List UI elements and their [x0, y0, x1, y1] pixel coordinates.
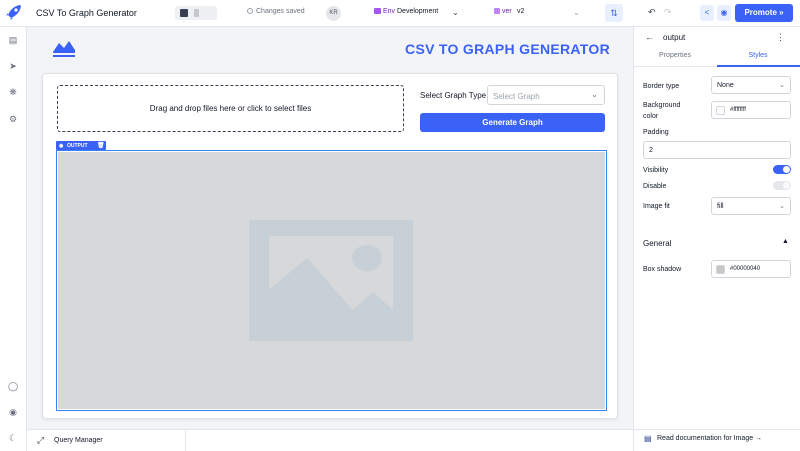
query-manager-toggle[interactable]: Query Manager: [54, 437, 103, 444]
promote-label: Promote: [744, 8, 777, 17]
rocket-logo-icon[interactable]: [5, 4, 22, 22]
chevron-down-icon[interactable]: ⌄: [452, 8, 459, 17]
page-title: CSV TO GRAPH GENERATOR: [405, 41, 610, 57]
caret-up-icon[interactable]: ▲: [782, 238, 789, 245]
chevron-down-icon: ⌄: [779, 82, 785, 89]
chevron-down-icon: ⌄: [779, 203, 785, 210]
background-color-label-2: color: [643, 113, 659, 120]
user-avatar[interactable]: KR: [326, 6, 341, 21]
version-selector[interactable]: v2: [517, 8, 524, 15]
image-fit-select[interactable]: fill ⌄: [711, 197, 791, 215]
visibility-label: Visibility: [643, 167, 669, 174]
graph-type-placeholder: Select Graph: [493, 92, 540, 101]
disable-toggle[interactable]: [773, 181, 791, 190]
env-icon: [374, 8, 381, 14]
box-shadow-label: Box shadow: [643, 266, 682, 273]
image-fit-label: Image fit: [643, 203, 670, 210]
env-label: Env: [383, 8, 396, 15]
desktop-view-icon[interactable]: [180, 9, 188, 17]
book-icon: ▤: [644, 434, 652, 443]
border-type-label: Border type: [643, 83, 680, 90]
app-header: CSV TO GRAPH GENERATOR: [42, 31, 618, 69]
color-swatch[interactable]: [716, 106, 725, 115]
settings-gear-icon[interactable]: ⚙: [8, 114, 18, 124]
sync-button[interactable]: ⇅: [605, 4, 623, 22]
padding-value: 2: [649, 147, 653, 154]
version-badge: ver: [494, 8, 512, 15]
trash-icon[interactable]: 🗑: [97, 142, 105, 149]
image-fit-value: fill: [717, 203, 724, 210]
inspector-icon[interactable]: ➤: [8, 61, 18, 71]
dark-mode-icon[interactable]: ☾: [8, 433, 18, 443]
border-type-select[interactable]: None ⌄: [711, 76, 791, 94]
support-icon[interactable]: ◯: [8, 381, 18, 391]
output-component-tag[interactable]: ◉ OUTPUT 🗑: [56, 141, 106, 150]
app-title[interactable]: CSV To Graph Generator: [36, 8, 137, 18]
debugger-icon[interactable]: ❋: [8, 87, 18, 97]
image-icon: ◉: [59, 143, 64, 149]
graph-type-label: Select Graph Type: [420, 91, 487, 100]
device-toggle[interactable]: [175, 6, 217, 20]
visibility-toggle[interactable]: [773, 165, 791, 174]
general-section-title[interactable]: General: [643, 239, 671, 248]
chevron-down-icon[interactable]: ⌄: [573, 8, 580, 17]
undo-icon[interactable]: ↶: [648, 7, 656, 18]
save-status: Changes saved: [247, 8, 305, 15]
pages-icon[interactable]: ▤: [8, 35, 18, 45]
divider: [185, 430, 186, 451]
background-color-value: #ffffffff: [730, 107, 746, 113]
preview-button[interactable]: ◉: [717, 5, 731, 21]
env-badge: Env: [374, 8, 395, 15]
tab-properties[interactable]: Properties: [634, 52, 716, 59]
background-color-field[interactable]: #ffffffff: [711, 101, 791, 119]
save-status-text: Changes saved: [256, 8, 305, 15]
box-shadow-field[interactable]: #00000040: [711, 260, 791, 278]
disable-label: Disable: [643, 183, 667, 190]
chart-logo-icon: [53, 41, 75, 57]
graph-type-select[interactable]: Select Graph ⌄: [487, 85, 605, 105]
share-button[interactable]: <: [700, 5, 714, 21]
generate-graph-button[interactable]: Generate Graph: [420, 113, 605, 132]
env-selector[interactable]: Development: [397, 8, 438, 15]
file-dropzone[interactable]: Drag and drop files here or click to sel…: [57, 85, 404, 132]
version-icon: [494, 8, 500, 14]
redo-icon[interactable]: ↷: [664, 7, 672, 18]
padding-input[interactable]: 2: [643, 141, 791, 159]
component-name[interactable]: output: [663, 33, 685, 42]
background-color-label: Background: [643, 102, 681, 109]
tab-styles[interactable]: Styles: [717, 52, 799, 59]
output-tag-label: OUTPUT: [67, 143, 88, 149]
more-options-icon[interactable]: ⋮: [776, 32, 785, 43]
chevron-down-icon: ⌄: [591, 90, 598, 99]
color-swatch[interactable]: [716, 265, 725, 274]
active-tab-indicator: [717, 65, 800, 67]
bottom-bar: ⤢ Query Manager: [27, 429, 633, 451]
padding-label: Padding: [643, 129, 669, 136]
box-shadow-value: #00000040: [730, 266, 761, 272]
mobile-view-icon[interactable]: [194, 9, 199, 17]
toggle-knob: [783, 182, 790, 189]
border-type-value: None: [717, 82, 734, 89]
top-bar: CSV To Graph Generator Changes saved KR …: [0, 0, 800, 27]
expand-icon[interactable]: ⤢: [37, 435, 44, 446]
toggle-knob: [783, 166, 790, 173]
chat-icon[interactable]: ◉: [8, 407, 18, 417]
promote-button[interactable]: Promote »: [735, 4, 793, 22]
version-label: ver: [502, 8, 512, 15]
left-sidebar: ▤ ➤ ❋ ⚙ ◯ ◉ ☾: [0, 27, 27, 451]
back-arrow-icon[interactable]: ←: [645, 32, 654, 42]
documentation-link[interactable]: Read documentation for Image →: [657, 435, 762, 442]
saved-check-icon: [247, 8, 253, 14]
image-placeholder-icon: [249, 220, 413, 341]
